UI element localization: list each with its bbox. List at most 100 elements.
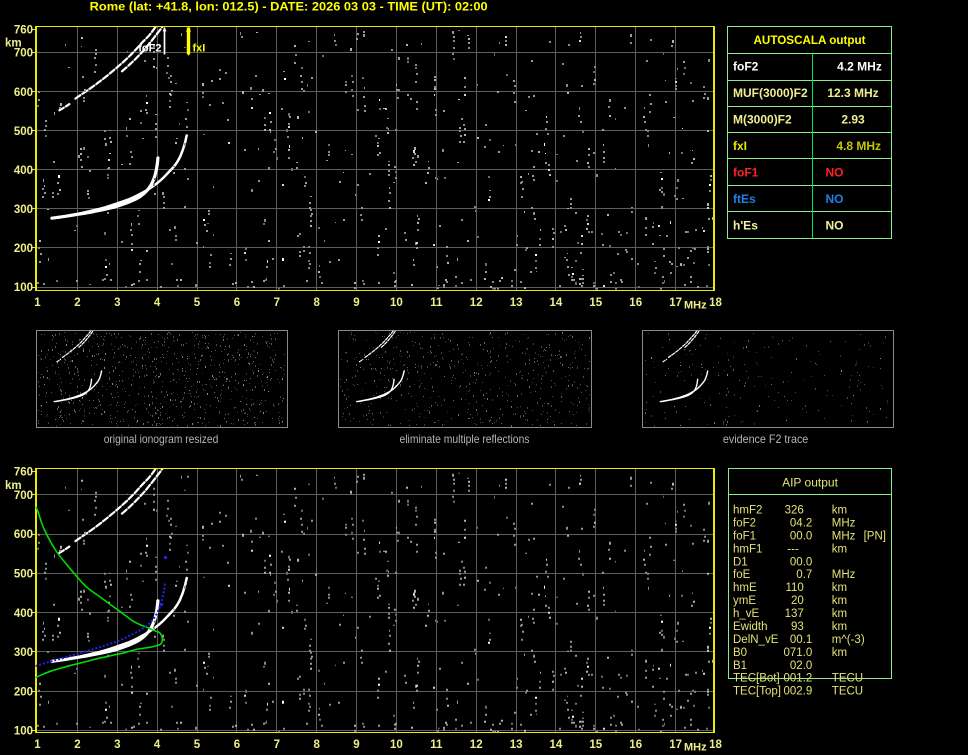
svg-text:ftEs: ftEs [733,192,756,206]
svg-text:AIP output: AIP output [782,476,838,490]
svg-text:00.0: 00.0 [790,556,812,568]
svg-text:3: 3 [114,739,120,751]
svg-text:km: km [5,38,22,50]
svg-text:00.1: 00.1 [790,634,812,646]
svg-text:MHz: MHz [684,300,707,312]
svg-text:4: 4 [154,739,161,751]
svg-text:TEC[Bot]: TEC[Bot] [733,673,780,685]
svg-text:9: 9 [353,739,359,751]
svg-text:8: 8 [313,297,320,309]
svg-text:TECU: TECU [832,686,863,698]
svg-text:km: km [832,505,847,517]
svg-text:Ewidth: Ewidth [733,621,768,633]
svg-text:5: 5 [194,297,201,309]
svg-text:16: 16 [629,739,642,751]
svg-text:foF1: foF1 [733,166,759,180]
svg-text:13: 13 [510,739,523,751]
svg-text:001.2: 001.2 [784,673,813,685]
svg-text:002.9: 002.9 [784,686,813,698]
svg-text:10: 10 [390,297,403,309]
svg-text:10: 10 [390,739,403,751]
svg-text:100: 100 [14,726,33,738]
svg-text:100: 100 [14,282,33,294]
svg-text:16: 16 [629,297,642,309]
svg-text:ymE: ymE [733,595,756,607]
svg-text:NO: NO [826,166,844,180]
svg-text:h'Es: h'Es [733,219,758,233]
svg-text:hmF1: hmF1 [733,543,762,555]
svg-text:00.0: 00.0 [790,530,812,542]
svg-text:evidence F2 trace: evidence F2 trace [723,432,809,446]
svg-text:200: 200 [14,686,33,698]
svg-text:7: 7 [274,739,280,751]
svg-text:6: 6 [234,297,240,309]
svg-text:500: 500 [14,126,33,138]
svg-text:2: 2 [74,739,80,751]
svg-text:4.8 MHz: 4.8 MHz [836,139,881,153]
svg-text:[PN]: [PN] [864,530,886,542]
svg-text:12: 12 [470,739,483,751]
svg-text:11: 11 [430,297,443,309]
svg-text:4.2 MHz: 4.2 MHz [837,60,882,74]
svg-text:km: km [832,647,847,659]
svg-text:m^(-3): m^(-3) [832,634,865,646]
svg-text:8: 8 [313,739,320,751]
svg-text:km: km [832,608,847,620]
svg-text:AUTOSCALA output: AUTOSCALA output [754,33,866,47]
svg-text:D1: D1 [733,556,748,568]
svg-text:---: --- [787,543,799,555]
svg-text:fxI: fxI [733,139,747,153]
svg-text:km: km [832,595,847,607]
svg-text:NO: NO [826,219,844,233]
svg-text:600: 600 [14,87,33,99]
svg-text:12.3 MHz: 12.3 MHz [827,86,878,100]
svg-text:km: km [832,582,847,594]
svg-text:foE: foE [733,569,751,581]
svg-text:hmE: hmE [733,582,757,594]
svg-text:04.2: 04.2 [790,517,812,529]
svg-text:km: km [832,621,847,633]
svg-text:1: 1 [34,739,41,751]
svg-text:700: 700 [14,48,33,60]
svg-text:0.7: 0.7 [796,569,812,581]
svg-text:eliminate multiple reflections: eliminate multiple reflections [400,432,530,446]
svg-text:TECU: TECU [832,673,863,685]
svg-text:137: 137 [785,608,804,620]
svg-text:18: 18 [709,297,722,309]
svg-text:200: 200 [14,243,33,255]
svg-text:500: 500 [14,569,33,581]
svg-text:TEC[Top]: TEC[Top] [733,686,781,698]
svg-text:14: 14 [550,739,563,751]
svg-text:11: 11 [430,739,443,751]
svg-text:7: 7 [274,297,280,309]
svg-text:5: 5 [194,739,201,751]
svg-text:M(3000)F2: M(3000)F2 [733,113,792,127]
svg-text:h_vE: h_vE [733,608,760,620]
svg-text:B0: B0 [733,647,747,659]
svg-text:6: 6 [234,739,240,751]
svg-text:2.93: 2.93 [841,113,865,127]
svg-text:20: 20 [791,595,804,607]
svg-text:110: 110 [785,582,803,594]
svg-text:02.0: 02.0 [790,660,812,672]
svg-text:MHz: MHz [832,517,856,529]
svg-text:18: 18 [709,739,722,751]
svg-text:NO: NO [826,192,844,206]
svg-text:Rome (lat: +41.8, lon: 012.5): Rome (lat: +41.8, lon: 012.5) - DATE: 20… [90,0,488,14]
svg-text:14: 14 [550,297,563,309]
svg-text:hmF2: hmF2 [733,505,762,517]
svg-text:15: 15 [589,739,602,751]
svg-text:DelN_vE: DelN_vE [733,634,779,646]
svg-text:12: 12 [470,297,483,309]
svg-text:17: 17 [669,739,682,751]
svg-text:MHz: MHz [832,530,856,542]
svg-text:km: km [832,543,847,555]
svg-text:93: 93 [791,621,804,633]
svg-text:foF2: foF2 [733,60,759,74]
svg-text:600: 600 [14,529,33,541]
svg-text:300: 300 [14,204,33,216]
svg-text:fxI: fxI [193,43,206,55]
svg-text:original ionogram resized: original ionogram resized [104,432,219,446]
svg-text:foF2: foF2 [733,517,756,529]
svg-text:MUF(3000)F2: MUF(3000)F2 [733,86,808,100]
